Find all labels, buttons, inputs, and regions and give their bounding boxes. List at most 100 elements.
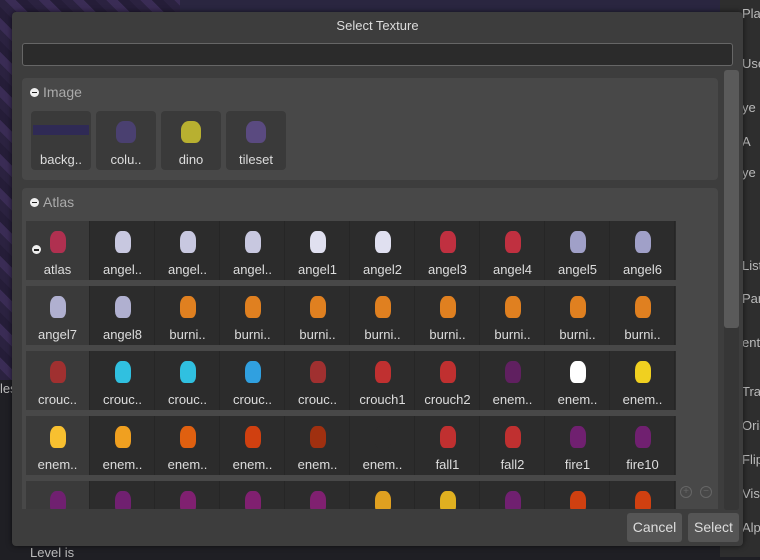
sprite-icon [114, 426, 131, 448]
texture-tile[interactable]: enem.. [221, 416, 285, 475]
texture-tile[interactable]: enem.. [286, 416, 350, 475]
texture-tile[interactable]: burni.. [546, 286, 610, 345]
collapse-icon[interactable] [30, 197, 39, 207]
texture-tile[interactable]: angel3 [416, 221, 480, 280]
texture-tile[interactable]: dino [161, 111, 221, 170]
texture-tile[interactable]: fall2 [481, 416, 545, 475]
texture-tile[interactable]: fire10 [611, 416, 675, 475]
sprite-icon [309, 361, 326, 383]
image-section-header[interactable]: Image [30, 84, 82, 100]
sprite-icon [309, 296, 326, 318]
texture-tile[interactable] [416, 481, 480, 509]
texture-tile[interactable]: angel.. [221, 221, 285, 280]
texture-tile[interactable]: atlas [26, 221, 90, 280]
texture-tile[interactable]: backg.. [31, 111, 91, 170]
sprite-icon [634, 426, 651, 448]
texture-tile[interactable]: angel6 [611, 221, 675, 280]
texture-tile[interactable]: angel7 [26, 286, 90, 345]
texture-tile[interactable]: angel8 [91, 286, 155, 345]
texture-tile[interactable]: burni.. [156, 286, 220, 345]
sprite-icon [49, 426, 66, 448]
tileset-sprite-icon [246, 121, 266, 143]
texture-tile[interactable]: angel.. [91, 221, 155, 280]
sprite-icon [504, 231, 521, 253]
column-sprite-icon [116, 121, 136, 143]
atlas-section-header[interactable]: Atlas [30, 194, 74, 210]
texture-tile[interactable]: enem.. [611, 351, 675, 410]
texture-tile[interactable]: angel2 [351, 221, 415, 280]
tile-label: colu.. [110, 152, 142, 167]
scrollbar-thumb[interactable] [724, 70, 739, 328]
texture-tile[interactable]: burni.. [481, 286, 545, 345]
collapse-icon[interactable] [32, 245, 41, 254]
texture-tile[interactable] [286, 481, 350, 509]
inspector-text: Visi [742, 486, 760, 501]
scrollbar[interactable] [724, 70, 739, 510]
texture-tile[interactable]: enem.. [481, 351, 545, 410]
texture-tile[interactable]: angel1 [286, 221, 350, 280]
tile-label: angel3 [427, 262, 468, 277]
zoom-out-icon[interactable]: − [700, 486, 712, 498]
texture-tile[interactable]: enem.. [156, 416, 220, 475]
texture-tile[interactable]: tileset [226, 111, 286, 170]
sprite-icon [634, 491, 651, 509]
sprite-icon [244, 296, 261, 318]
atlas-row: angel7 angel8 burni.. burni.. burni.. burni..… [26, 286, 676, 345]
tile-label: burni.. [299, 327, 336, 342]
texture-tile[interactable]: crouc.. [26, 351, 90, 410]
texture-tile[interactable]: colu.. [96, 111, 156, 170]
texture-tile[interactable]: crouc.. [221, 351, 285, 410]
cancel-button[interactable]: Cancel [627, 513, 682, 542]
tile-label: burni.. [494, 327, 531, 342]
sprite-icon [374, 426, 391, 448]
texture-tile[interactable]: fall1 [416, 416, 480, 475]
texture-tile[interactable]: burni.. [416, 286, 480, 345]
texture-tile[interactable]: crouch2 [416, 351, 480, 410]
level-label: Level is [30, 545, 75, 560]
texture-tile[interactable]: burni.. [351, 286, 415, 345]
inspector-text: Tra [742, 384, 760, 399]
texture-tile[interactable] [221, 481, 285, 509]
inspector-text: Use [742, 56, 760, 71]
sprite-icon [49, 361, 66, 383]
texture-tile[interactable]: enem.. [91, 416, 155, 475]
texture-tile[interactable]: enem.. [351, 416, 415, 475]
collapse-icon[interactable] [30, 87, 39, 97]
sprite-icon [179, 296, 196, 318]
texture-tile[interactable] [351, 481, 415, 509]
sprite-icon [309, 491, 326, 509]
texture-tile[interactable]: crouc.. [286, 351, 350, 410]
texture-tile[interactable] [481, 481, 545, 509]
atlas-row [26, 481, 676, 509]
tile-label: enem.. [492, 392, 533, 407]
texture-tile[interactable] [91, 481, 155, 509]
select-button[interactable]: Select [688, 513, 739, 542]
texture-tile[interactable] [26, 481, 90, 509]
texture-tile[interactable] [611, 481, 675, 509]
search-input[interactable] [22, 43, 733, 66]
texture-tile[interactable]: burni.. [221, 286, 285, 345]
tile-label: fire10 [626, 457, 659, 472]
tile-label: crouc.. [297, 392, 337, 407]
texture-tile[interactable]: burni.. [286, 286, 350, 345]
sprite-icon [439, 426, 456, 448]
tile-label: crouch2 [424, 392, 471, 407]
sprite-icon [179, 426, 196, 448]
tile-label: angel.. [167, 262, 208, 277]
texture-tile[interactable]: crouc.. [91, 351, 155, 410]
texture-tile[interactable]: angel4 [481, 221, 545, 280]
texture-tile[interactable] [156, 481, 220, 509]
texture-tile[interactable]: crouch1 [351, 351, 415, 410]
sprite-icon [114, 491, 131, 509]
texture-tile[interactable] [546, 481, 610, 509]
texture-tile[interactable]: angel.. [156, 221, 220, 280]
texture-tile[interactable]: burni.. [611, 286, 675, 345]
texture-tile[interactable]: enem.. [26, 416, 90, 475]
texture-tile[interactable]: fire1 [546, 416, 610, 475]
texture-tile[interactable]: angel5 [546, 221, 610, 280]
zoom-in-icon[interactable]: + [680, 486, 692, 498]
image-section: Image backg.. colu.. dino tileset [22, 78, 718, 180]
select-texture-dialog: Select Texture Image backg.. colu.. dino ti… [12, 12, 743, 546]
texture-tile[interactable]: crouc.. [156, 351, 220, 410]
texture-tile[interactable]: enem.. [546, 351, 610, 410]
